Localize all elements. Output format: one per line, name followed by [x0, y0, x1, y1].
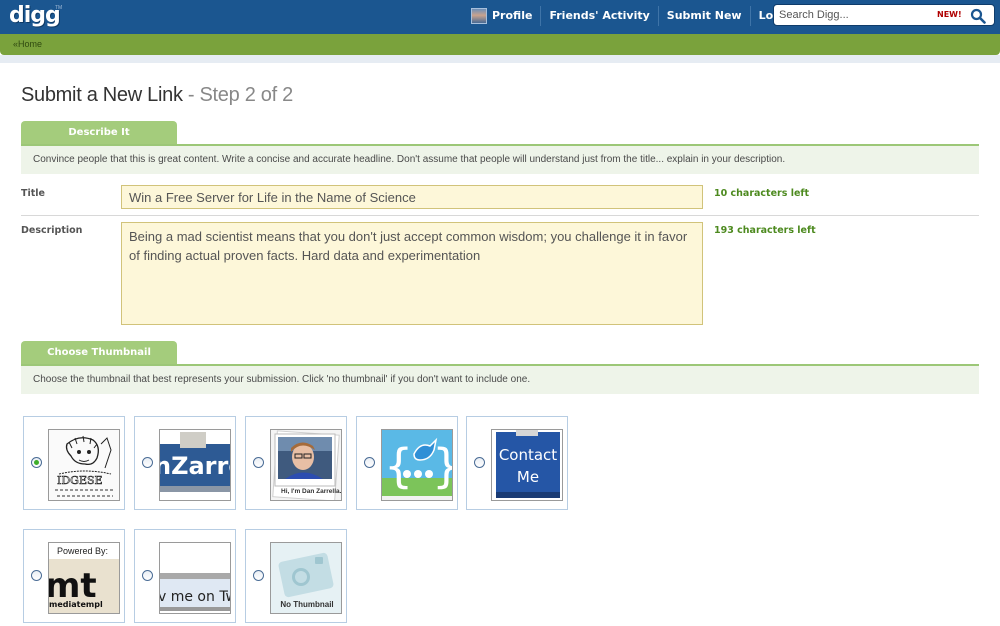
thumbnail-radio[interactable] — [253, 457, 264, 468]
portrait-caption: Hi, I'm Dan Zarrella. — [281, 488, 342, 495]
breadcrumb-bar: «Home — [0, 34, 1000, 55]
thumbnail-radio[interactable] — [474, 457, 485, 468]
svg-text:IDGESE: IDGESE — [57, 474, 103, 487]
new-badge: NEW! — [937, 10, 962, 19]
no-thumbnail-caption: No Thumbnail — [280, 600, 333, 609]
thumbnail-option-mediatemple[interactable]: Powered By: mt mediatempl — [23, 529, 125, 623]
digg-logo[interactable]: digg — [9, 4, 61, 28]
mediatemple-caption-small: mediatempl — [49, 600, 103, 609]
thumbnail-radio[interactable] — [31, 570, 42, 581]
svg-text:nZarre: nZarre — [160, 452, 231, 480]
svg-text:{: { — [384, 439, 413, 493]
search-box: NEW! — [773, 4, 995, 26]
search-input[interactable] — [779, 7, 929, 23]
thumbnail-option-contact-me[interactable]: Contact Me — [466, 416, 568, 510]
zarrella-banner-thumbnail-image: nZarre — [159, 429, 231, 501]
portrait-thumbnail-image: Hi, I'm Dan Zarrella. — [270, 429, 342, 501]
follow-twitter-caption: v me on Tw — [160, 589, 231, 605]
tab-choose-thumbnail: Choose Thumbnail — [21, 341, 177, 365]
user-avatar-icon — [471, 8, 487, 24]
user-nav: Profile Friends' Activity Submit New Log… — [463, 6, 810, 26]
row-divider — [21, 215, 979, 216]
mediatemple-caption-top: Powered By: — [57, 546, 108, 556]
page-title-step: - Step 2 of 2 — [182, 84, 293, 106]
bird-logo-thumbnail-image: { } — [381, 429, 453, 501]
thumbnail-radio[interactable] — [364, 457, 375, 468]
search-icon[interactable] — [970, 8, 986, 24]
sketch-thumbnail-image: IDGESE — [48, 429, 120, 501]
thumbnail-option-portrait[interactable]: Hi, I'm Dan Zarrella. — [245, 416, 347, 510]
title-chars-left: 10 characters left — [714, 188, 810, 199]
thumbnail-option-follow-twitter[interactable]: v me on Tw — [134, 529, 236, 623]
title-label: Title — [21, 188, 45, 199]
follow-twitter-thumbnail-image: v me on Tw — [159, 542, 231, 614]
description-chars-left: 193 characters left — [714, 225, 816, 236]
title-input[interactable] — [121, 185, 703, 209]
nav-profile[interactable]: Profile — [463, 6, 540, 26]
breadcrumb-home-link[interactable]: «Home — [13, 39, 42, 49]
thumbnail-option-zarrella-banner[interactable]: nZarre — [134, 416, 236, 510]
svg-text:Me: Me — [517, 468, 539, 486]
page-title: Submit a New Link - Step 2 of 2 — [21, 84, 293, 107]
description-label: Description — [21, 225, 83, 236]
thumbnail-radio[interactable] — [253, 570, 264, 581]
thumbnail-option-bird-logo[interactable]: { } — [356, 416, 458, 510]
thumbnail-option-no-thumbnail[interactable]: No Thumbnail — [245, 529, 347, 623]
page-title-main: Submit a New Link — [21, 84, 183, 106]
nav-profile-label: Profile — [492, 9, 533, 22]
top-nav-bar: digg TM Profile Friends' Activity Submit… — [0, 0, 1000, 34]
thumbnail-radio-selected[interactable] — [31, 457, 42, 468]
thumbnail-option-sketch[interactable]: IDGESE — [23, 416, 125, 510]
thumbnail-radio[interactable] — [142, 570, 153, 581]
no-thumbnail-image: No Thumbnail — [270, 542, 342, 614]
describe-hint: Convince people that this is great conte… — [21, 146, 979, 174]
description-textarea[interactable]: Being a mad scientist means that you don… — [121, 222, 703, 325]
subheader-strip — [0, 55, 1000, 63]
thumbnail-hint: Choose the thumbnail that best represent… — [21, 366, 979, 394]
mediatemple-thumbnail-image: Powered By: mt mediatempl — [48, 542, 120, 614]
svg-text:Contact: Contact — [499, 446, 557, 464]
nav-friends-activity[interactable]: Friends' Activity — [540, 6, 657, 26]
nav-submit-new[interactable]: Submit New — [657, 6, 750, 26]
tab-describe-it: Describe It — [21, 121, 177, 145]
trademark-mark: TM — [55, 5, 63, 11]
thumbnail-radio[interactable] — [142, 457, 153, 468]
contact-me-thumbnail-image: Contact Me — [491, 429, 563, 501]
